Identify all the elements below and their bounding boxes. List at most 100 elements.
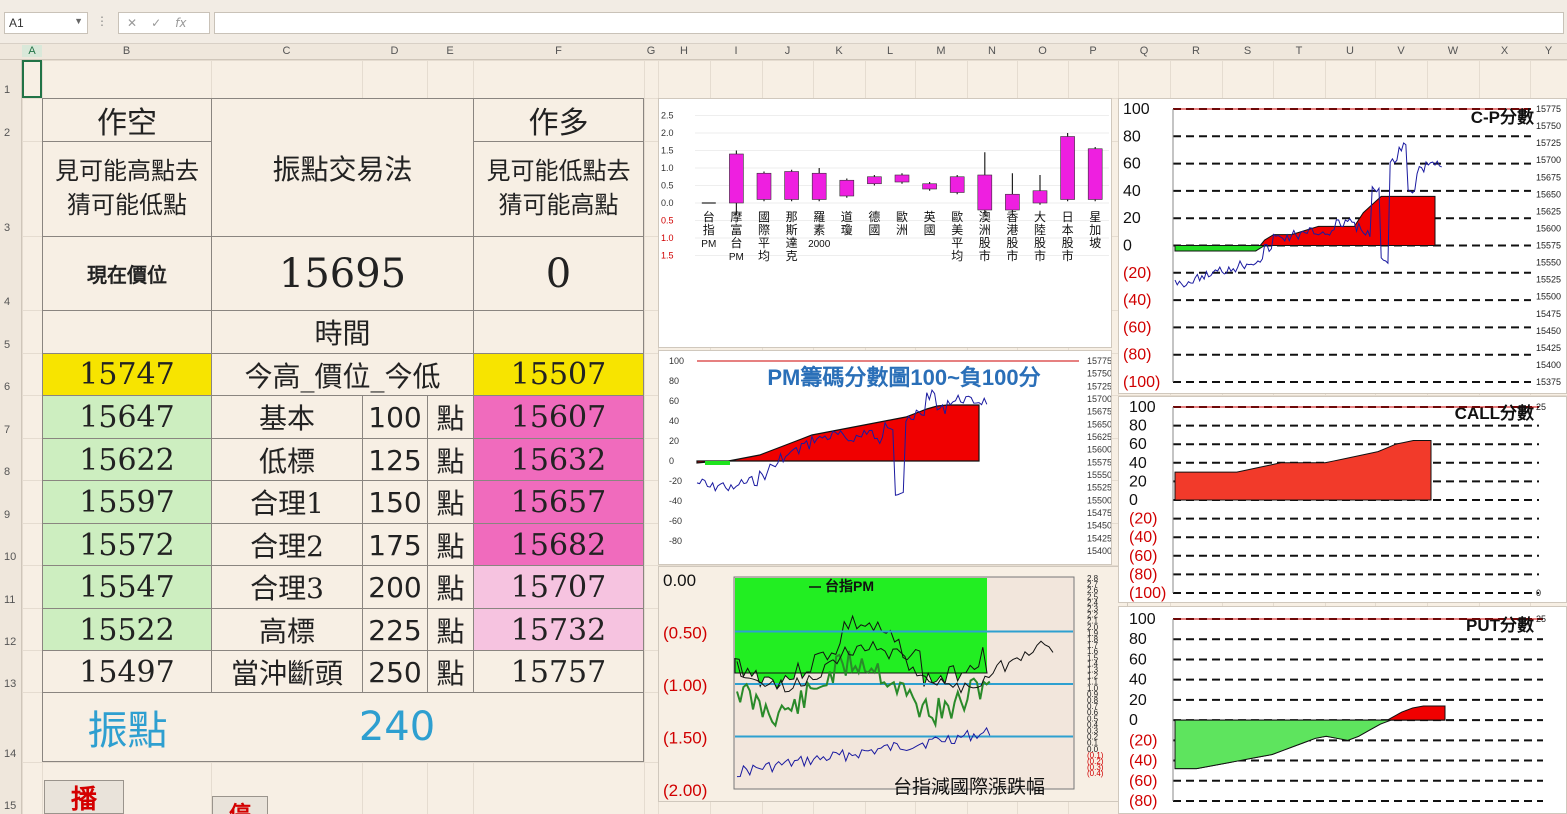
formula-icons: ✕ ✓ fx bbox=[118, 12, 210, 34]
y2-tick-label: 15600 bbox=[1087, 445, 1112, 455]
y-tick-label: 0 bbox=[1123, 238, 1132, 255]
y2-tick-label: 15750 bbox=[1536, 121, 1561, 131]
chart-title: PUT分數 bbox=[1466, 615, 1534, 635]
level-points: 250 bbox=[362, 650, 428, 694]
x-tick-label: 德國 bbox=[868, 209, 880, 237]
column-header[interactable]: K bbox=[813, 45, 865, 57]
column-header[interactable]: I bbox=[710, 45, 762, 57]
candle-body bbox=[1005, 193, 1020, 211]
y-tick-label: 80 bbox=[669, 376, 679, 386]
y2-tick-label: 15475 bbox=[1536, 309, 1561, 319]
column-header[interactable]: R bbox=[1170, 45, 1222, 57]
y2-tick-label: 15625 bbox=[1536, 206, 1561, 216]
x-tick-label: 歐美平均 bbox=[951, 209, 963, 263]
row-header[interactable]: 9 bbox=[4, 509, 10, 521]
row-header[interactable]: 15 bbox=[4, 800, 16, 812]
x-tick-label: 那斯達克 bbox=[786, 210, 798, 263]
column-header[interactable]: P bbox=[1068, 45, 1118, 57]
level-long-price: 15607 bbox=[473, 395, 644, 439]
column-header[interactable]: G bbox=[644, 45, 658, 57]
confirm-icon[interactable]: ✓ bbox=[151, 16, 161, 30]
column-header[interactable]: T bbox=[1273, 45, 1325, 57]
column-header[interactable]: Y bbox=[1530, 45, 1567, 57]
y-tick-label: 60 bbox=[1129, 651, 1147, 668]
x-tick-label: 星加坡 bbox=[1089, 210, 1101, 250]
column-header[interactable]: A bbox=[22, 45, 42, 57]
more-icon[interactable]: ⋮ bbox=[96, 14, 108, 28]
y-tick-label: (2.00) bbox=[663, 781, 707, 800]
column-header[interactable]: J bbox=[762, 45, 813, 57]
y-tick-label: (100) bbox=[1129, 585, 1166, 602]
level-label: 高標 bbox=[211, 608, 363, 652]
column-header[interactable]: W bbox=[1427, 45, 1479, 57]
name-box[interactable]: A1 ▼ bbox=[4, 12, 88, 34]
candle-body bbox=[811, 172, 827, 200]
column-header[interactable]: F bbox=[473, 45, 644, 57]
y-tick-label: (20) bbox=[1129, 511, 1157, 528]
cancel-icon[interactable]: ✕ bbox=[127, 16, 137, 30]
y2-tick-label: 15525 bbox=[1087, 483, 1112, 493]
row-header[interactable]: 6 bbox=[4, 381, 10, 393]
row-header[interactable]: 4 bbox=[4, 296, 10, 308]
column-header[interactable]: L bbox=[865, 45, 915, 57]
play-button[interactable]: 播 bbox=[44, 780, 124, 814]
y-tick-label: 100 bbox=[1129, 399, 1156, 416]
negative-area bbox=[705, 461, 730, 465]
y-tick-label: 0 bbox=[669, 456, 674, 466]
level-short-price: 15497 bbox=[42, 650, 212, 694]
y-tick-label: 60 bbox=[1129, 436, 1147, 453]
level-long-price: 15757 bbox=[473, 650, 644, 694]
chart-title: C-P分數 bbox=[1471, 107, 1534, 127]
gridline bbox=[22, 60, 23, 814]
taiex-diff-chart: 0.00(0.50)(1.00)(1.50)(2.00)台指PM 2.82.72.… bbox=[658, 566, 1128, 802]
column-header[interactable]: Q bbox=[1118, 45, 1170, 57]
market-change-chart: 2.5 2.0 1.5 1.0 0.5 0.0 0.5 1.0 1.5 台指 PM 摩富台 PM 國際平均… bbox=[658, 98, 1112, 348]
level-unit: 點 bbox=[427, 565, 474, 609]
row-header[interactable]: 10 bbox=[4, 551, 16, 563]
column-header[interactable]: V bbox=[1375, 45, 1427, 57]
y-tick-label: (60) bbox=[1129, 773, 1157, 790]
row-header[interactable]: 14 bbox=[4, 748, 16, 760]
call-score-chart: 100 8060 4020 0 (20)(40) (60)(80) (100) CALL分數 2… bbox=[1118, 396, 1567, 603]
column-header[interactable]: M bbox=[915, 45, 967, 57]
row-header[interactable]: 12 bbox=[4, 636, 16, 648]
selected-cell[interactable] bbox=[22, 60, 42, 98]
chart-title: PM籌碼分數圖100~負100分 bbox=[767, 365, 1040, 390]
y2-tick-label: 0 bbox=[1536, 588, 1541, 598]
column-header[interactable]: X bbox=[1479, 45, 1530, 57]
function-icon[interactable]: fx bbox=[175, 16, 186, 30]
row-header[interactable]: 5 bbox=[4, 339, 10, 351]
row-header[interactable]: 3 bbox=[4, 222, 10, 234]
chevron-down-icon[interactable]: ▼ bbox=[74, 16, 83, 26]
stop-button[interactable]: 停 bbox=[212, 796, 268, 814]
empty-cell bbox=[42, 310, 212, 354]
x-tick-label: 英國 bbox=[924, 210, 936, 237]
y-tick-label: 80 bbox=[1129, 631, 1147, 648]
row-header[interactable]: 13 bbox=[4, 678, 16, 690]
candle-body bbox=[894, 174, 910, 183]
row-header[interactable]: 8 bbox=[4, 466, 10, 478]
column-header[interactable]: B bbox=[42, 45, 211, 57]
formula-input[interactable] bbox=[214, 12, 1564, 34]
x-tick-label: 歐洲 bbox=[896, 209, 908, 237]
column-header[interactable]: C bbox=[211, 45, 362, 57]
column-header[interactable]: D bbox=[362, 45, 427, 57]
column-header[interactable]: O bbox=[1017, 45, 1068, 57]
y2-tick-label: 15425 bbox=[1536, 343, 1561, 353]
level-unit: 點 bbox=[427, 480, 474, 524]
row-header[interactable]: 1 bbox=[4, 84, 10, 96]
y2-tick-label: 15375 bbox=[1536, 377, 1561, 387]
y-tick-label: (40) bbox=[1129, 529, 1157, 546]
column-header[interactable]: E bbox=[427, 45, 473, 57]
candle-body bbox=[949, 176, 965, 193]
row-header[interactable]: 11 bbox=[4, 594, 15, 606]
column-header[interactable]: N bbox=[967, 45, 1017, 57]
row-header[interactable]: 2 bbox=[4, 127, 10, 139]
swing-label: 振點 bbox=[42, 692, 212, 762]
candle-body bbox=[1060, 136, 1075, 200]
column-header[interactable]: H bbox=[658, 45, 710, 57]
column-header[interactable]: U bbox=[1325, 45, 1375, 57]
column-header[interactable]: S bbox=[1222, 45, 1273, 57]
y-tick-label: (100) bbox=[1123, 374, 1160, 391]
row-header[interactable]: 7 bbox=[4, 424, 10, 436]
